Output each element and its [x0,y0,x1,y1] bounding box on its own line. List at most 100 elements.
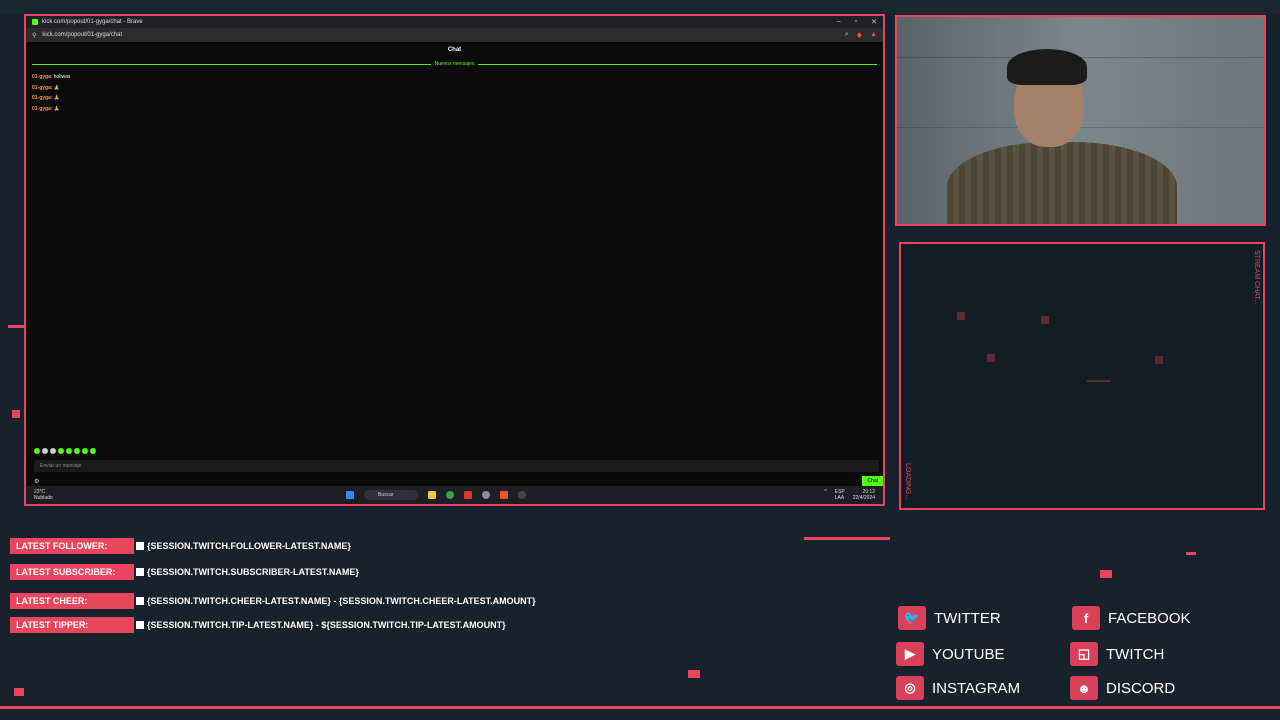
minimize-icon[interactable]: – [837,18,841,26]
chat-send-button[interactable]: Chat [862,476,883,486]
emote-icon[interactable] [82,448,88,454]
maximize-icon[interactable]: ▫ [855,18,857,26]
emote-icon[interactable] [74,448,80,454]
chat-message: 01-gyga: 🙏 [32,105,60,112]
clock[interactable]: 20:12 22/4/2024 [853,489,875,501]
chat-username[interactable]: 01-gyga [32,95,51,101]
emote-icon[interactable] [58,448,64,454]
instagram-icon: ◎ [896,676,924,700]
latest-follower: LATEST FOLLOWER: {SESSION.TWITCH.FOLLOWE… [10,538,351,554]
latest-bar [136,597,144,605]
latest-tipper-value: {SESSION.TWITCH.TIP-LATEST.NAME} - ${SES… [147,620,506,630]
chat-title: Chat [447,47,462,53]
site-info-icon[interactable]: ⚲ [32,32,36,39]
weather-desc: Nublado [34,495,53,501]
tray-chevron-icon[interactable]: ^ [824,489,826,501]
kick-favicon-icon [32,19,38,25]
social-label: TWITTER [934,609,1001,627]
wall-line [897,127,1264,128]
frame-accent [804,537,890,540]
latest-bar [136,568,144,576]
chat-messages: 01-gyga: holiwas 01-gyga: 🙏 01-gyga: 🙏 0… [32,72,70,114]
windows-start-icon[interactable] [346,491,354,499]
social-youtube: ▶ YOUTUBE [896,642,1005,666]
latest-cheer: LATEST CHEER: {SESSION.TWITCH.CHEER-LATE… [10,593,536,609]
latest-tipper-label: LATEST TIPPER: [10,617,134,633]
webcam-frame [895,15,1266,226]
facebook-icon: f [1072,606,1100,630]
emote-icon[interactable] [50,448,56,454]
social-twitch: ◱ TWITCH [1070,642,1164,666]
frame-accent-5 [1186,552,1196,555]
social-label: INSTAGRAM [932,679,1021,697]
social-label: DISCORD [1106,679,1176,697]
system-tray: ^ ESP LAA 20:12 22/4/2024 [824,489,875,501]
lang-bottom: LAA [834,495,845,501]
brave-icon[interactable] [499,491,508,499]
frame-edge-left [8,325,24,328]
chrome-icon[interactable] [445,491,454,499]
latest-follower-label: LATEST FOLLOWER: [10,538,134,554]
chat-message-input[interactable]: Enviar un mensaje [34,460,879,472]
chat-message: 01-gyga: 🙏 [32,84,60,91]
twitter-icon: 🐦 [898,606,926,630]
address-tools: ⌕ ◆ ▲ [845,31,877,39]
chat-username[interactable]: 01-gyga [32,74,51,80]
zoom-icon[interactable]: ⌕ [845,31,849,39]
chat-text: 🙏 [53,95,60,101]
discord-icon: ☻ [1070,676,1098,700]
emote-icon[interactable] [66,448,72,454]
emote-icon[interactable] [34,448,40,454]
address-bar[interactable]: ⚲ kick.com/popout/01-gyga/chat ⌕ ◆ ▲ [26,28,883,42]
emote-icon[interactable] [42,448,48,454]
stream-chat-label: STREAM CHAT... [1253,250,1260,305]
streamer-shirt [947,142,1177,224]
emote-icon[interactable] [90,448,96,454]
window-controls: – ▫ ✕ [837,18,877,26]
latest-bar [136,621,144,629]
social-label: TWITCH [1106,645,1165,663]
chat-input-placeholder: Enviar un mensaje [40,463,82,469]
browser-title: kick.com/popout/01-gyga/chat - Brave [42,19,143,25]
background-glitch [0,0,1280,14]
chat-settings-icon[interactable]: ⚙ [34,478,39,485]
close-icon[interactable]: ✕ [871,18,877,26]
settings-icon[interactable] [481,491,490,499]
loading-label: LOADING... [904,462,911,500]
weather-widget[interactable]: 23°C Nublado [34,489,53,501]
decor-square [957,312,965,320]
chat-username[interactable]: 01-gyga [32,85,51,91]
file-explorer-icon[interactable] [427,491,436,499]
obs-icon[interactable] [517,491,526,499]
social-twitter: 🐦 TWITTER [898,606,1001,630]
rewards-icon[interactable]: ▲ [870,31,877,39]
frame-accent-2 [1100,570,1112,578]
emote-quickbar[interactable] [34,448,96,454]
url-text[interactable]: kick.com/popout/01-gyga/chat [42,32,122,38]
latest-subscriber-value: {SESSION.TWITCH.SUBSCRIBER-LATEST.NAME} [147,567,359,577]
decor-square [987,354,995,362]
streamer-cap [1007,49,1087,85]
stream-chat-panel: STREAM CHAT... LOADING... [899,242,1265,510]
new-messages-divider: Nuevos mensajes [32,61,877,67]
social-facebook: f FACEBOOK [1072,606,1191,630]
chat-message: 01-gyga: holiwas [32,74,71,80]
clock-date: 22/4/2024 [852,495,875,501]
latest-subscriber-label: LATEST SUBSCRIBER: [10,564,134,580]
language-indicator[interactable]: ESP LAA [835,489,845,501]
chat-username[interactable]: 01-gyga [32,106,51,112]
latest-tipper: LATEST TIPPER: {SESSION.TWITCH.TIP-LATES… [10,617,506,633]
pdf-reader-icon[interactable] [463,491,472,499]
frame-edge-left-2 [12,410,20,418]
taskbar-search[interactable]: Buscar [364,490,418,500]
kick-chat-pane: Chat Nuevos mensajes 01-gyga: holiwas 01… [26,42,883,486]
chat-message: 01-gyga: 🙏 [32,95,60,101]
latest-cheer-value: {SESSION.TWITCH.CHEER-LATEST.NAME} - {SE… [147,596,536,606]
chat-text: holiwas [53,74,71,80]
captured-browser-window: kick.com/popout/01-gyga/chat - Brave – ▫… [24,14,885,506]
chat-text: 🙏 [53,105,60,112]
brave-shield-icon[interactable]: ◆ [857,31,862,39]
twitch-icon: ◱ [1070,642,1098,666]
social-label: YOUTUBE [932,645,1005,663]
latest-subscriber: LATEST SUBSCRIBER: {SESSION.TWITCH.SUBSC… [10,564,359,580]
